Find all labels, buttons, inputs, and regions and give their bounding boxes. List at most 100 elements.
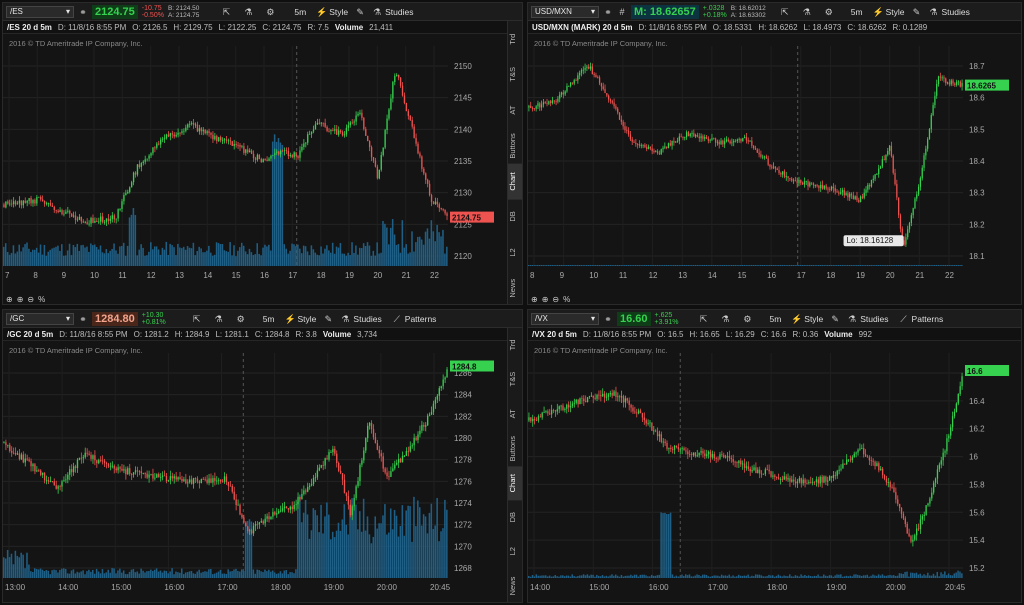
volume-bar xyxy=(285,570,288,578)
style-button[interactable]: ⚡ Style xyxy=(313,7,351,17)
pencil-icon[interactable]: ✎ xyxy=(323,314,333,324)
style-button[interactable]: ⚡ Style xyxy=(788,314,826,324)
side-tab-trd[interactable]: Trd xyxy=(508,21,522,57)
share-icon[interactable]: ⇱ xyxy=(221,7,231,17)
share-icon[interactable]: ⇱ xyxy=(698,314,708,324)
symbol-selector[interactable]: /VX ▾ xyxy=(531,312,599,325)
side-tab-l2[interactable]: L2 xyxy=(508,534,522,568)
side-tab-at[interactable]: AT xyxy=(508,397,522,431)
zoom-out-icon[interactable]: ⊖ xyxy=(27,295,34,304)
studies-button[interactable]: ⚗ Studies xyxy=(844,314,891,324)
pencil-icon[interactable]: ✎ xyxy=(830,314,840,324)
symbol-selector[interactable]: /GC ▾ xyxy=(6,312,74,325)
volume-bar xyxy=(877,265,880,266)
patterns-button[interactable]: ⟋ Patterns xyxy=(896,314,947,324)
gear-icon[interactable]: ⚙ xyxy=(742,314,752,324)
percent-icon[interactable]: % xyxy=(38,295,45,304)
volume-bar xyxy=(702,265,704,266)
studies-button[interactable]: ⚗ Studies xyxy=(369,7,416,17)
info-open: O: 18.5331 xyxy=(712,22,753,32)
gear-icon[interactable]: ⚙ xyxy=(236,314,246,324)
side-tab-chart[interactable]: Chart xyxy=(508,163,522,200)
candle-body xyxy=(221,140,224,141)
pencil-icon[interactable]: ✎ xyxy=(911,7,921,17)
timeframe-button[interactable]: 5m xyxy=(766,314,784,324)
info-date: D: 11/8/16 8:55 PM xyxy=(59,329,128,339)
flask-icon[interactable]: ⚗ xyxy=(214,314,224,324)
zoom-in-icon[interactable]: ⊕ xyxy=(542,295,549,304)
style-button[interactable]: ⚡ Style xyxy=(282,314,320,324)
side-tab-news[interactable]: News xyxy=(508,270,522,304)
side-tab-buttons[interactable]: Buttons xyxy=(508,128,522,164)
candle-body xyxy=(658,434,661,437)
candle-body xyxy=(245,149,247,153)
candle-body xyxy=(689,133,691,137)
patterns-button[interactable]: ⟋ Patterns xyxy=(389,314,440,324)
pencil-icon[interactable]: ✎ xyxy=(355,7,365,17)
volume-bar xyxy=(673,265,675,266)
share-icon[interactable]: ⇱ xyxy=(780,7,790,17)
volume-bar xyxy=(851,576,853,578)
side-tab-chart[interactable]: Chart xyxy=(508,465,522,500)
volume-bar xyxy=(82,570,84,578)
volume-bar xyxy=(707,576,710,578)
side-tab-l2[interactable]: L2 xyxy=(508,235,522,271)
candle-body xyxy=(579,72,581,76)
symbol-selector[interactable]: USD/MXN ▾ xyxy=(531,5,599,18)
share-icon[interactable]: ⇱ xyxy=(192,314,202,324)
timeframe-button[interactable]: 5m xyxy=(260,314,278,324)
link-icon[interactable]: ⚭ xyxy=(603,7,613,17)
volume-bar xyxy=(938,576,940,578)
style-button[interactable]: ⚡ Style xyxy=(870,7,908,17)
volume-bar xyxy=(870,575,872,578)
flask-icon[interactable]: ⚗ xyxy=(720,314,730,324)
candle-body xyxy=(713,138,715,140)
usdmxn-price-chart[interactable]: 18.718.618.518.418.318.218.18 9 10 11 12 13 14… xyxy=(528,34,1022,284)
timeframe-button[interactable]: 5m xyxy=(291,7,309,17)
side-tab-news[interactable]: News xyxy=(508,569,522,602)
x-tick-label: 14:00 xyxy=(58,583,79,592)
volume-bar xyxy=(669,512,672,578)
candle-body xyxy=(390,471,392,477)
symbol-selector[interactable]: /ES ▾ xyxy=(6,5,74,18)
side-tab-db[interactable]: DB xyxy=(508,500,522,534)
link-icon[interactable]: ⚭ xyxy=(603,314,613,324)
candle-body xyxy=(55,485,57,489)
es-price-chart[interactable]: 21502145214021352130212521207 8 9 10 11 12 13 1… xyxy=(3,34,508,284)
studies-button[interactable]: ⚗ Studies xyxy=(337,314,384,324)
side-tab-ts[interactable]: T&S xyxy=(508,57,522,93)
flask-icon[interactable]: ⚗ xyxy=(243,7,253,17)
percent-icon[interactable]: % xyxy=(563,295,570,304)
zoom-in-icon[interactable]: ⊕ xyxy=(17,295,24,304)
candle-body xyxy=(328,130,330,132)
candle-body xyxy=(281,150,284,152)
candle-body xyxy=(285,506,288,509)
link-icon[interactable]: ⚭ xyxy=(78,314,88,324)
gear-icon[interactable]: ⚙ xyxy=(824,7,834,17)
x-tick-label: 14:00 xyxy=(530,583,551,592)
vx-price-chart[interactable]: 16.616.416.21615.815.615.415.214:0015:00… xyxy=(528,341,1022,596)
gear-icon[interactable]: ⚙ xyxy=(265,7,275,17)
candle-body xyxy=(24,458,26,463)
side-tab-buttons[interactable]: Buttons xyxy=(508,431,522,465)
gc-price-chart[interactable]: 1286128412821280127812761274127212701268… xyxy=(3,341,508,596)
volume-bar xyxy=(955,265,958,266)
side-tab-at[interactable]: AT xyxy=(508,92,522,128)
side-tab-trd[interactable]: Trd xyxy=(508,328,522,362)
flask-icon[interactable]: ⚗ xyxy=(802,7,812,17)
volume-bar xyxy=(577,576,579,578)
crosshair-icon[interactable]: ⊕ xyxy=(6,295,13,304)
info-range: R: 7.5 xyxy=(307,22,329,32)
link-icon[interactable]: ⚭ xyxy=(78,7,88,17)
volume-bar xyxy=(730,576,732,578)
volume-bar xyxy=(898,573,901,578)
candle-body xyxy=(103,221,106,223)
zoom-out-icon[interactable]: ⊖ xyxy=(552,295,559,304)
crosshair-icon[interactable]: ⊕ xyxy=(531,295,538,304)
candle-body xyxy=(92,455,94,459)
side-tab-db[interactable]: DB xyxy=(508,199,522,235)
side-tab-ts[interactable]: T&S xyxy=(508,362,522,396)
hash-icon[interactable]: # xyxy=(617,7,627,17)
timeframe-button[interactable]: 5m xyxy=(848,7,866,17)
studies-button[interactable]: ⚗ Studies xyxy=(925,7,972,17)
